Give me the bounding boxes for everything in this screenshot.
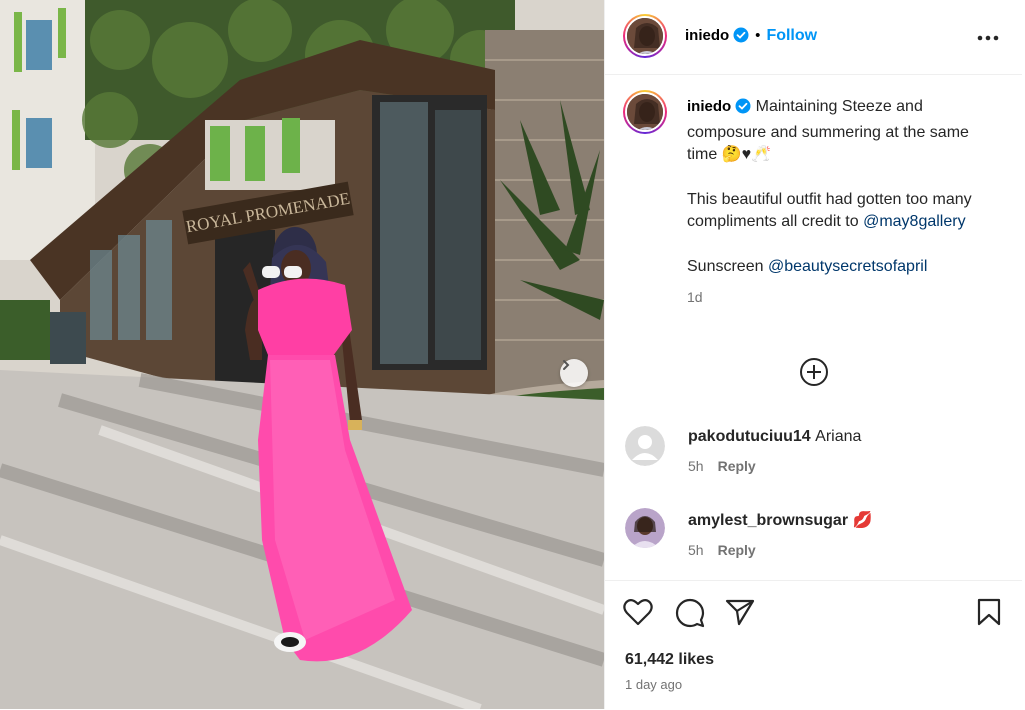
like-button[interactable] (623, 598, 653, 631)
likes-count[interactable]: 61,442 likes (625, 651, 714, 669)
post-photo[interactable]: ROYAL PROMENADE (0, 0, 604, 709)
comment-button[interactable] (675, 598, 705, 633)
more-options-button[interactable] (976, 26, 1000, 50)
paper-plane-icon (725, 599, 755, 626)
comment-bubble-icon (675, 598, 705, 628)
verified-badge-icon (735, 98, 751, 122)
commenter-avatar[interactable] (625, 508, 665, 548)
more-options-icon (977, 35, 999, 41)
verified-badge-icon (733, 27, 749, 48)
bookmark-icon (977, 598, 1001, 626)
author-username[interactable]: iniedo (685, 27, 729, 44)
reply-button[interactable]: Reply (718, 458, 756, 474)
avatar-image (627, 94, 663, 130)
post-actions: 61,442 likes 1 day ago (605, 580, 1022, 710)
share-button[interactable] (725, 598, 755, 631)
plus-circle-icon (800, 358, 828, 386)
post-header: iniedo • Follow (605, 0, 1022, 75)
comment-time: 5h (688, 458, 704, 474)
comment-body: pakodutuciuu14 Ariana 5h Reply (688, 426, 998, 474)
caption-username[interactable]: iniedo (687, 98, 731, 115)
instagram-post-modal: ROYAL PROMENADE iniedo • Follow iniedo M… (0, 0, 1025, 709)
comment-body: amylest_brownsugar 💋 5h Reply (688, 508, 998, 558)
header-line: iniedo • Follow (685, 27, 817, 48)
chevron-right-icon (563, 360, 570, 370)
post-time: 1 day ago (625, 677, 683, 692)
comment-text: Ariana (815, 428, 862, 445)
caption-author-avatar[interactable] (623, 90, 667, 134)
default-avatar-icon (625, 426, 665, 466)
commenter-avatar[interactable] (625, 426, 665, 466)
follow-button[interactable]: Follow (766, 27, 817, 44)
photo-illustration: ROYAL PROMENADE (0, 0, 604, 709)
reply-button[interactable]: Reply (718, 542, 756, 558)
avatar-image (627, 18, 663, 54)
comment-username[interactable]: amylest_brownsugar (688, 512, 848, 529)
comment-text: 💋 (852, 512, 873, 529)
view-more-comments-button[interactable] (799, 357, 829, 387)
post-side-panel: iniedo • Follow iniedo Maintaining Steez… (604, 0, 1022, 709)
save-button[interactable] (977, 598, 1001, 631)
caption-time: 1d (687, 289, 703, 305)
author-avatar[interactable] (623, 14, 667, 58)
caption-text: iniedo Maintaining Steeze and composure … (687, 96, 987, 310)
mention-beautysecretsofapril[interactable]: @beautysecretsofapril (768, 258, 927, 275)
next-photo-button[interactable] (560, 359, 588, 387)
caption-line-3: Sunscreen (687, 257, 764, 275)
avatar-image (625, 508, 665, 548)
mention-may8gallery[interactable]: @may8gallery (863, 213, 966, 230)
header-separator: • (755, 27, 761, 44)
comment-time: 5h (688, 542, 704, 558)
heart-icon (623, 599, 653, 626)
comment-username[interactable]: pakodutuciuu14 (688, 428, 811, 445)
